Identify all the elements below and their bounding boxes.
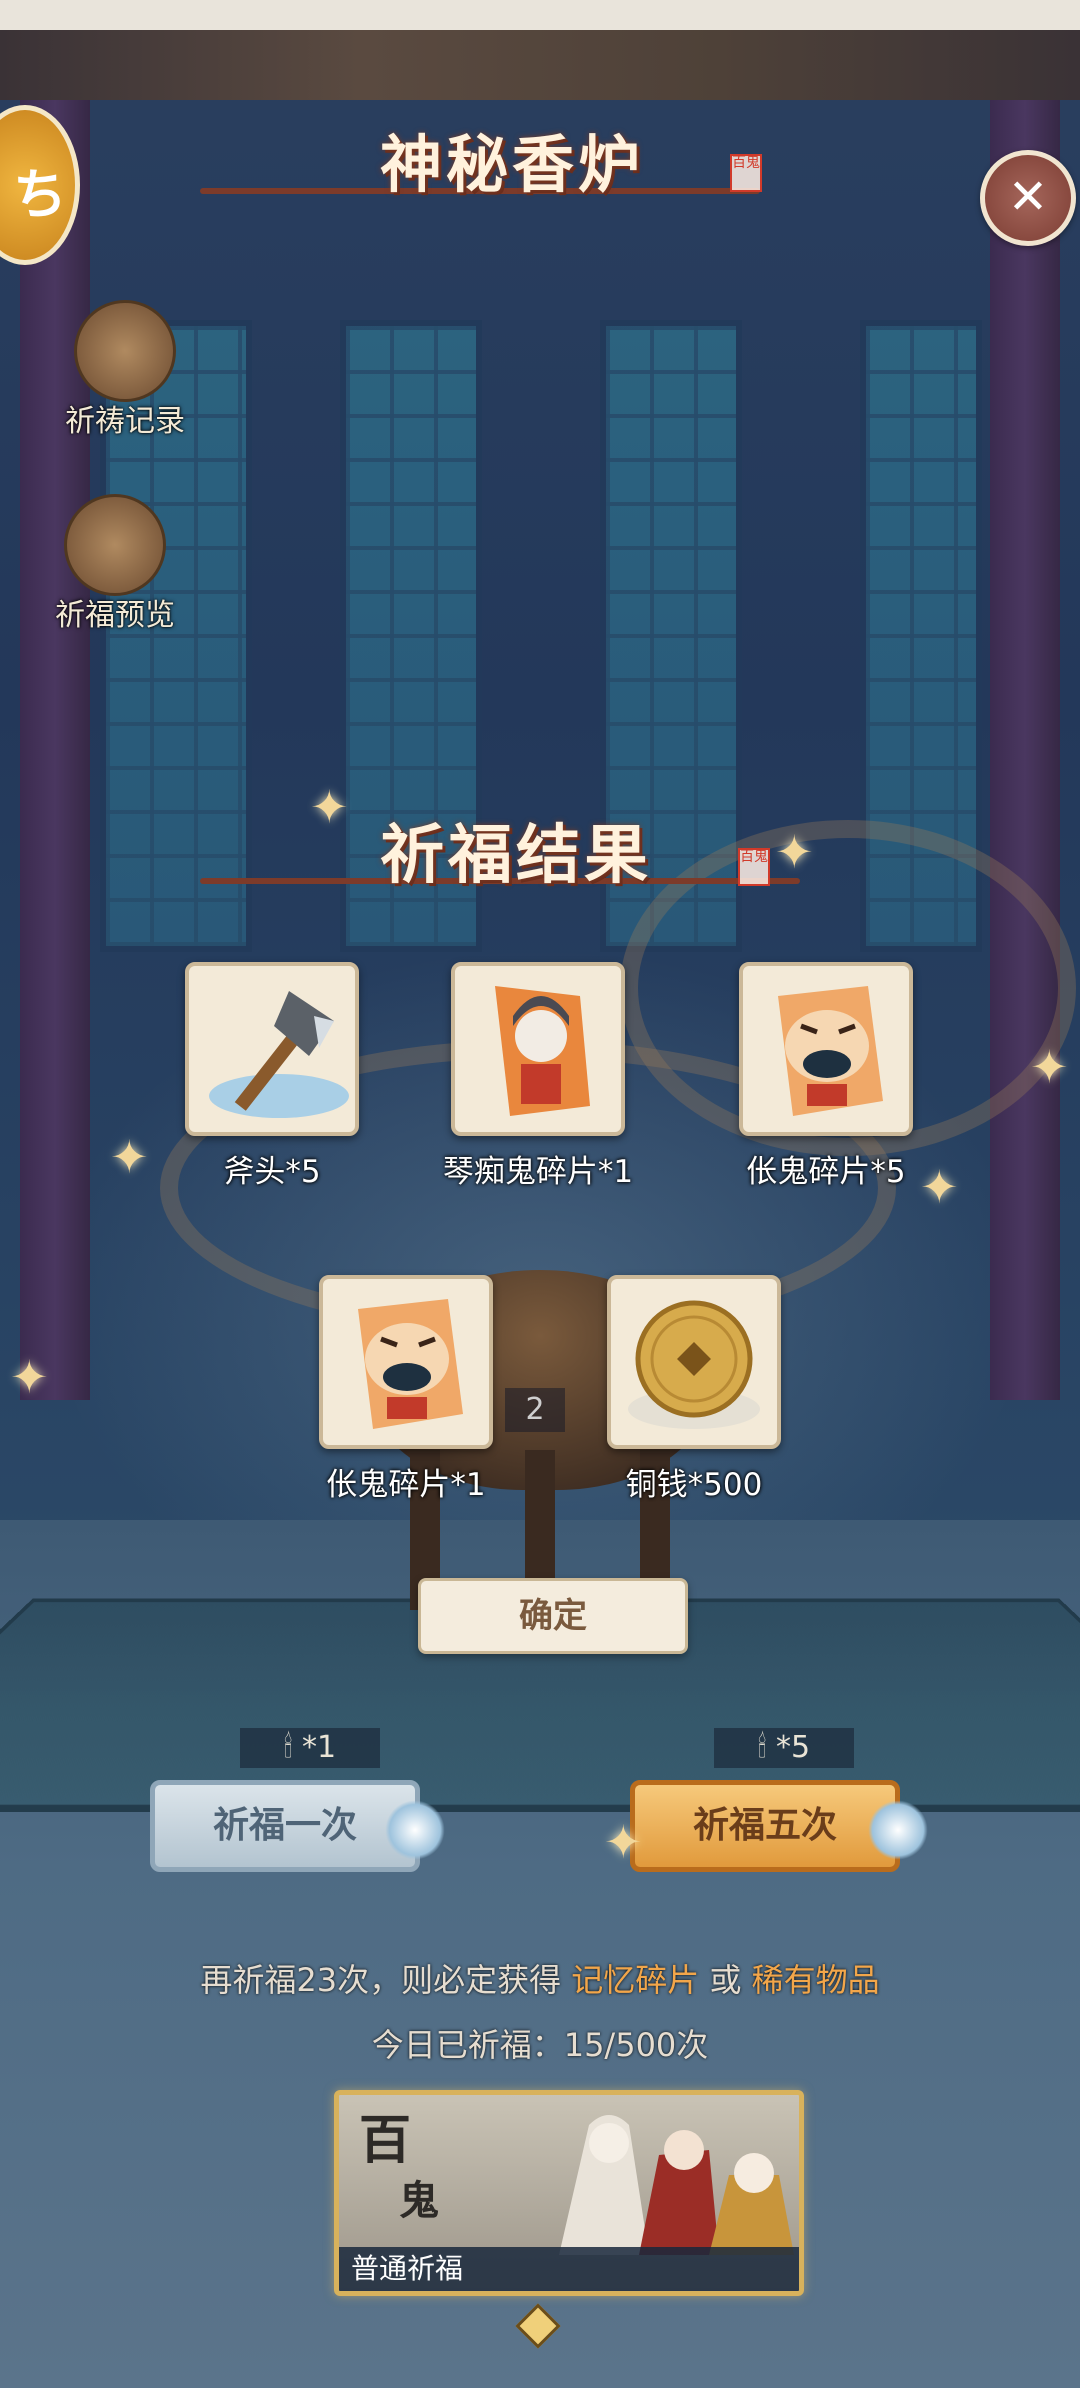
page-header: 神秘香炉 百鬼 [200, 110, 762, 210]
sparkle-icon: ✦ [604, 1815, 643, 1869]
blessing-preview-label: 祈福预览 [55, 598, 175, 633]
hint-prefix: 再祈福23次，则必定获得 [200, 1961, 562, 1999]
hint-item-rare: 稀有物品 [751, 1961, 880, 1999]
app-badge-icon: ち [13, 163, 67, 226]
sparkle-icon: ✦ [110, 1130, 149, 1184]
reward-item-name: 铜钱*500 [625, 1467, 763, 1503]
reward-item[interactable]: 铜钱*500 [584, 1275, 804, 1504]
incense-sticks-icon [64, 494, 166, 596]
copper-coin-icon [607, 1275, 781, 1449]
pray-five-cost: 🕯 *5 [714, 1728, 854, 1768]
tiger-ghost-shard-icon [739, 962, 913, 1136]
reward-item-name: 斧头*5 [223, 1154, 321, 1190]
incense-icon: 🕯 [283, 1730, 293, 1765]
pray-once-button[interactable]: 祈福一次 [150, 1780, 420, 1872]
pray-once-cost-text: *1 [301, 1730, 337, 1765]
incense-icon: 🕯 [757, 1730, 767, 1765]
reward-item[interactable]: 伥鬼碎片*1 [296, 1275, 516, 1504]
reward-item[interactable]: 琴痴鬼碎片*1 [428, 962, 648, 1191]
daily-count: 今日已祈福：15/500次 [371, 2026, 709, 2064]
hint-item-memory: 记忆碎片 [571, 1961, 700, 1999]
pray-five-button[interactable]: 祈福五次 [630, 1780, 900, 1872]
reward-item-name: 伥鬼碎片*5 [746, 1154, 906, 1190]
result-title: 祈福结果 [380, 818, 652, 893]
spirit-flame-icon [385, 1800, 445, 1860]
reward-item-name: 伥鬼碎片*1 [326, 1467, 486, 1503]
confirm-button[interactable]: 确定 [418, 1578, 688, 1654]
scroll-icon [74, 300, 176, 402]
prayer-records-label: 祈祷记录 [65, 404, 185, 439]
pray-once-cost: 🕯 *1 [240, 1728, 380, 1768]
hint-or: 或 [709, 1961, 742, 1999]
pillar-left [20, 100, 90, 1400]
top-banner [0, 30, 1080, 100]
guarantee-hint: 再祈福23次，则必定获得 记忆碎片 或 稀有物品 [0, 1955, 1080, 2001]
sparkle-icon: ✦ [10, 1350, 49, 1404]
close-icon: ✕ [1007, 169, 1049, 225]
reward-item[interactable]: 斧头*5 [162, 962, 382, 1191]
pool-card[interactable]: 百 鬼 普通祈福 [334, 2090, 804, 2296]
pray-five-cost-text: *5 [775, 1730, 811, 1765]
blessing-preview-button[interactable]: 祈福预览 [30, 494, 200, 634]
page-title: 神秘香炉 [380, 128, 645, 201]
axe-icon [185, 962, 359, 1136]
pillar-right [990, 100, 1060, 1400]
pool-characters-art [559, 2115, 794, 2255]
reward-item-name: 琴痴鬼碎片*1 [442, 1154, 634, 1190]
result-seal: 百鬼 [738, 848, 770, 886]
pool-logo: 百 鬼 [359, 2113, 439, 2229]
pool-logo-char: 鬼 [399, 2177, 439, 2224]
spirit-flame-icon [868, 1800, 928, 1860]
sparkle-icon: ✦ [775, 825, 814, 879]
tiger-ghost-shard-icon [319, 1275, 493, 1449]
prayer-records-button[interactable]: 祈祷记录 [40, 300, 210, 440]
pool-logo-char: 百 [359, 2110, 412, 2171]
close-button[interactable]: ✕ [980, 150, 1076, 246]
pool-name: 普通祈福 [339, 2247, 799, 2291]
sparkle-icon: ✦ [1030, 1040, 1069, 1094]
reward-item[interactable]: 伥鬼碎片*5 [716, 962, 936, 1191]
title-seal: 百鬼 [730, 154, 762, 192]
number-badge: 2 [505, 1388, 565, 1432]
qin-ghost-shard-icon [451, 962, 625, 1136]
sparkle-icon: ✦ [310, 780, 349, 834]
